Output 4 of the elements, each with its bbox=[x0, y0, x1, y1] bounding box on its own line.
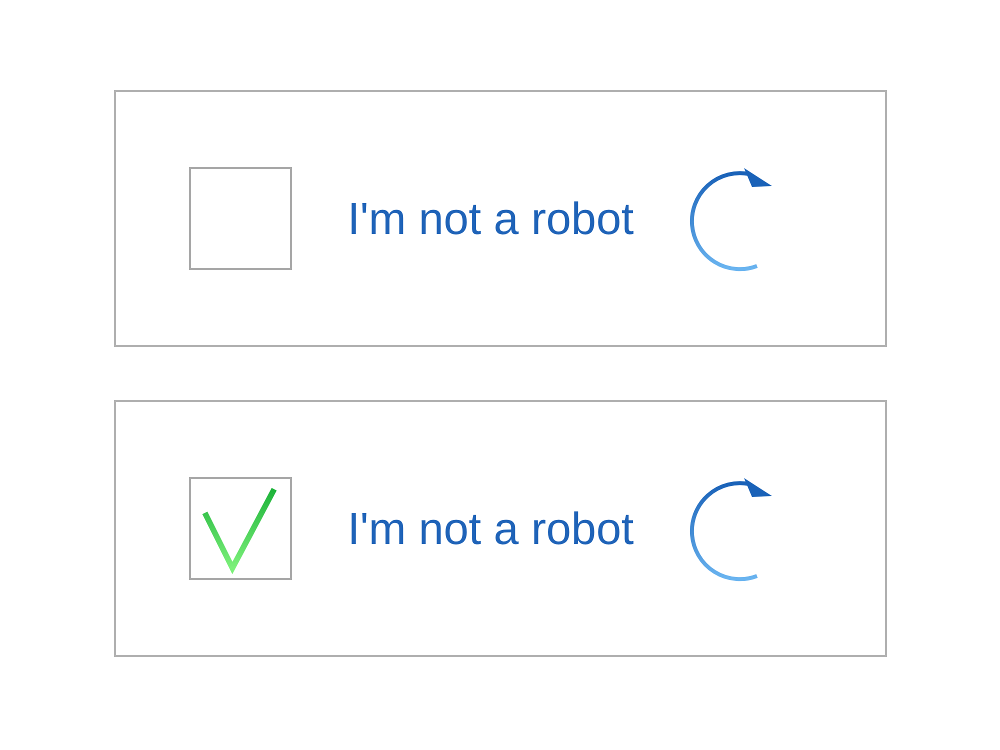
checkbox[interactable] bbox=[188, 477, 292, 580]
captcha-label: I'm not a robot bbox=[348, 192, 634, 244]
captcha-label: I'm not a robot bbox=[348, 502, 634, 554]
checkbox[interactable] bbox=[188, 167, 292, 270]
